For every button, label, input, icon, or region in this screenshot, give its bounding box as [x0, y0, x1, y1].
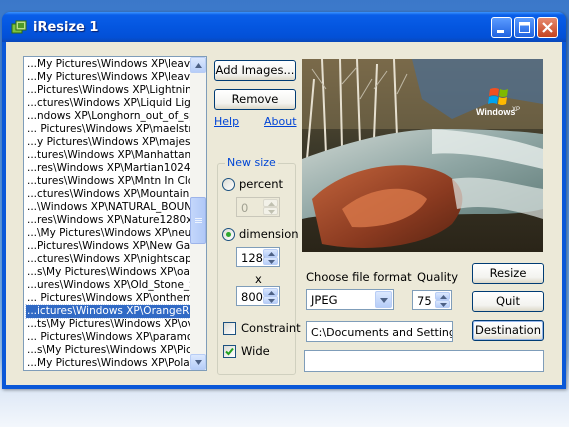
percent-up-arrow: [263, 199, 278, 207]
list-item[interactable]: ...ctures\Windows XP\nightscapes: [26, 253, 190, 266]
preview-landscape-image: Windows XP: [302, 59, 543, 252]
dimension-label: dimension: [239, 227, 299, 241]
list-item[interactable]: ...My Pictures\Windows XP\leaves: [26, 58, 190, 71]
list-item[interactable]: ...tures\Windows XP\ManhattanPi: [26, 149, 190, 162]
quality-down-arrow[interactable]: [435, 300, 450, 308]
list-item[interactable]: ...s\My Pictures\Windows XP\oasi: [26, 266, 190, 279]
minimize-button[interactable]: [491, 17, 512, 38]
list-item[interactable]: ...y Pictures\Windows XP\majestic: [26, 136, 190, 149]
height-up-arrow[interactable]: [263, 288, 278, 296]
percent-spinner: 0: [236, 197, 280, 217]
quality-spinner[interactable]: 75: [412, 290, 452, 310]
windows-watermark-text: Windows: [476, 107, 515, 117]
title-bar[interactable]: iResize 1: [2, 12, 566, 42]
percent-down-arrow: [263, 207, 278, 215]
client-area: ...My Pictures\Windows XP\leaves ...My Pi…: [6, 42, 562, 385]
list-item[interactable]: ...Pictures\Windows XP\New Gala: [26, 240, 190, 253]
dimension-radio[interactable]: [222, 228, 235, 241]
quit-button[interactable]: Quit: [472, 291, 544, 312]
height-spinner[interactable]: 800: [236, 286, 280, 306]
list-item[interactable]: ...res\Windows XP\Martian1024x7: [26, 162, 190, 175]
list-item[interactable]: ...ctures\Windows XP\MountainRc: [26, 188, 190, 201]
width-down-arrow[interactable]: [263, 257, 278, 265]
app-icon: [11, 19, 27, 35]
list-item[interactable]: ...\Windows XP\NATURAL_BOUN: [26, 201, 190, 214]
format-selected-value: JPEG: [311, 293, 338, 307]
quality-up-arrow[interactable]: [435, 292, 450, 300]
list-item[interactable]: ...\My Pictures\Windows XP\neuro: [26, 227, 190, 240]
list-item[interactable]: ... Pictures\Windows XP\onthemoo: [26, 292, 190, 305]
width-up-arrow[interactable]: [263, 249, 278, 257]
format-select[interactable]: JPEG: [306, 289, 394, 310]
wide-label: Wide: [241, 344, 270, 358]
radio-selected-dot: [226, 232, 231, 237]
list-item[interactable]: ...s\My Pictures\Windows XP\Picc: [26, 344, 190, 357]
image-file-list[interactable]: ...My Pictures\Windows XP\leaves ...My Pi…: [23, 56, 207, 371]
list-item[interactable]: ...ts\My Pictures\Windows XP\ovu: [26, 318, 190, 331]
percent-value: 0: [241, 201, 249, 215]
destination-path-field[interactable]: C:\Documents and Settings\: [306, 321, 453, 342]
list-item[interactable]: ... Pictures\Windows XP\maelstrom: [26, 123, 190, 136]
constraint-checkbox[interactable]: [223, 322, 236, 335]
window-title: iResize 1: [33, 20, 99, 35]
status-field: [304, 350, 544, 372]
close-button[interactable]: [537, 17, 558, 38]
quality-value: 75: [417, 294, 432, 308]
list-item[interactable]: ...Pictures\Windows XP\Lightning T: [26, 84, 190, 97]
scroll-down-button[interactable]: [190, 354, 206, 370]
percent-radio[interactable]: [222, 178, 235, 191]
format-label: Choose file format: [306, 270, 412, 284]
remove-button[interactable]: Remove: [214, 89, 296, 110]
scroll-thumb[interactable]: [190, 197, 206, 244]
height-down-arrow[interactable]: [263, 296, 278, 304]
new-size-label: New size: [225, 156, 278, 169]
windows-watermark-suffix: XP: [512, 107, 520, 113]
app-window: iResize 1 ...My Pictures\Windows XP\leav…: [2, 12, 566, 389]
height-value: 800: [241, 290, 263, 304]
dimension-x-label: x: [255, 272, 262, 286]
list-item[interactable]: ... Pictures\Windows XP\paramour: [26, 331, 190, 344]
file-list-items: ...My Pictures\Windows XP\leaves ...My Pi…: [25, 58, 191, 370]
list-scrollbar[interactable]: [190, 57, 206, 370]
image-preview: Windows XP: [302, 59, 543, 252]
wide-checkbox[interactable]: [223, 345, 236, 358]
destination-button[interactable]: Destination: [472, 320, 544, 341]
list-item[interactable]: ...ures\Windows XP\Old_Stone_Stai: [26, 279, 190, 292]
list-item[interactable]: ...ndows XP\Longhorn_out_of_spa: [26, 110, 190, 123]
percent-label: percent: [239, 177, 284, 191]
list-item[interactable]: ...ictures\Windows XP\OrangeRive: [25, 304, 191, 319]
format-dropdown-button[interactable]: [375, 291, 392, 308]
quality-label: Quality: [417, 270, 459, 284]
about-link[interactable]: About: [264, 115, 297, 128]
add-images-button[interactable]: Add Images...: [214, 60, 296, 81]
list-item[interactable]: ...tures\Windows XP\Mntn In Clouc: [26, 175, 190, 188]
width-spinner[interactable]: 1280: [236, 247, 280, 267]
list-item[interactable]: ...ctures\Windows XP\Liquid Light: [26, 97, 190, 110]
list-item[interactable]: ...My Pictures\Windows XP\Polars: [26, 357, 190, 370]
scroll-up-button[interactable]: [190, 57, 206, 73]
list-item[interactable]: ...My Pictures\Windows XP\leaves: [26, 71, 190, 84]
list-item[interactable]: ...res\Windows XP\Nature1280x10: [26, 214, 190, 227]
help-link[interactable]: Help: [214, 115, 239, 128]
resize-button[interactable]: Resize: [472, 263, 544, 284]
maximize-button[interactable]: [514, 17, 535, 38]
constraint-label: Constraint: [241, 321, 301, 335]
